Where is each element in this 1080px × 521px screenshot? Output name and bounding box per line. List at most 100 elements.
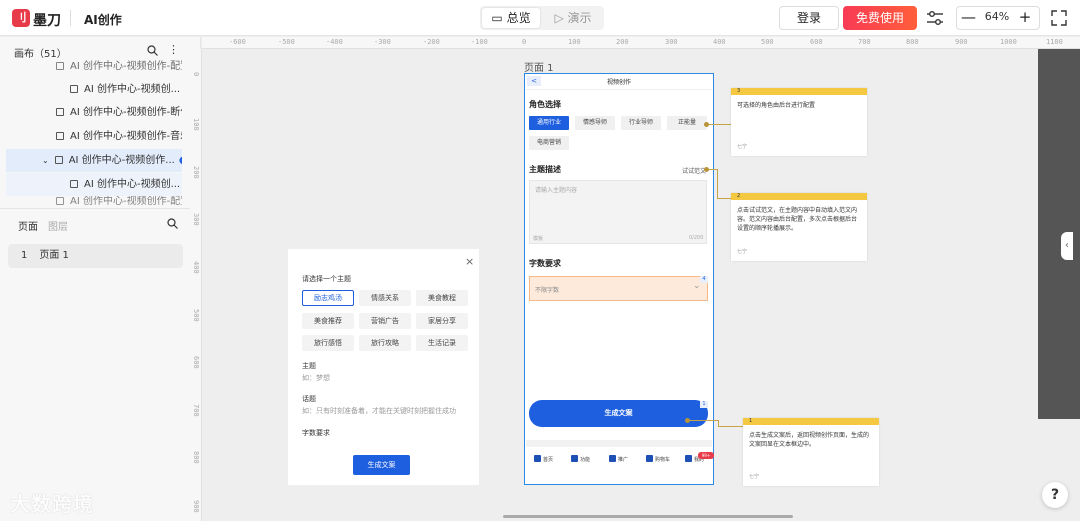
page-icon <box>56 132 64 140</box>
ruler-tick-label: 1100 <box>1046 38 1063 46</box>
word-count-label: 字数要求 <box>302 429 330 437</box>
connector-line <box>688 420 718 421</box>
nav-label: 首页 <box>543 457 554 463</box>
ruler-tick-label: 500 <box>192 309 200 322</box>
topic-heading: 主题描述 <box>529 165 561 174</box>
annotation-number: 1 <box>743 418 879 425</box>
tree-item[interactable]: AI 创作中心-视频创... <box>6 78 182 101</box>
play-icon: ▷ <box>554 11 568 25</box>
role-chip[interactable]: 行业导师 <box>621 116 661 130</box>
annotation-text: 可选择的角色由后台进行配置 <box>737 102 816 109</box>
ruler-tick-label: -100 <box>471 38 488 46</box>
page-name: 页面 1 <box>39 250 69 261</box>
notification-badge: 99+ <box>698 452 714 459</box>
fullscreen-icon[interactable] <box>1050 9 1068 27</box>
app-title: AI创作 <box>84 13 122 27</box>
role-chip[interactable]: 电商营销 <box>529 136 569 150</box>
page-index: 1 <box>21 250 28 261</box>
theme-chip[interactable]: 旅行感悟 <box>302 335 354 351</box>
close-icon[interactable]: × <box>465 255 474 268</box>
page-icon <box>56 62 64 70</box>
watermark: 大数跨境 <box>10 492 94 516</box>
free-use-button[interactable]: 免费使用 <box>843 6 917 30</box>
select-value: 不限字数 <box>535 287 560 294</box>
ruler-tick-label: 100 <box>192 118 200 131</box>
tree-item[interactable]: AI 创作中心-视频创作-配置 <box>6 196 182 208</box>
tree-item[interactable]: AI 创作中心-视频创作-断句 <box>6 101 182 124</box>
nav-promote[interactable]: 推广 <box>609 455 628 463</box>
theme-chip[interactable]: 生活记录 <box>416 335 468 351</box>
subject-label: 话题 <box>302 395 316 403</box>
page-icon <box>56 108 64 116</box>
connector-line <box>717 169 718 199</box>
page-icon <box>54 156 63 164</box>
annotation-text: 点击生成文案后，返回视频创作页面，生成的文案回显在文本框边中。 <box>749 432 870 448</box>
ruler-tick-label: 600 <box>810 38 823 46</box>
generate-button[interactable]: 生成文案 <box>353 455 410 475</box>
annotation-author: 七宁 <box>749 474 760 480</box>
annotation-card[interactable]: 3 可选择的角色由后台进行配置 七宁 <box>731 88 867 156</box>
theme-card-title: 请选择一个主题 <box>302 275 351 283</box>
user-icon <box>685 455 692 462</box>
tree-item-label: AI 创作中心-视频创作-配置 <box>70 196 182 207</box>
tab-layers[interactable]: 图层 <box>48 218 68 233</box>
role-chip[interactable]: 正能量 <box>667 116 707 130</box>
collapse-panel-icon[interactable]: ‹ <box>1061 232 1073 260</box>
nav-features[interactable]: 功能 <box>571 455 590 463</box>
theme-chip[interactable]: 旅行攻略 <box>359 335 411 351</box>
annotation-card[interactable]: 1 点击生成文案后，返回视频创作页面，生成的文案回显在文本框边中。 七宁 <box>743 418 879 486</box>
login-button[interactable]: 登录 <box>779 6 839 30</box>
divider <box>70 10 71 26</box>
subject-hint[interactable]: 如：只有时刻准备着，才能在关键时刻把握住成功 <box>302 406 456 416</box>
nav-label: 推广 <box>618 457 629 463</box>
ruler-tick-label: 400 <box>192 261 200 274</box>
brand-name: 墨刀 <box>33 13 61 29</box>
search-icon[interactable] <box>167 218 178 229</box>
tree-item-label: AI 创作中心-视频创... <box>84 179 181 190</box>
connector-dot <box>704 122 709 127</box>
help-button[interactable]: ? <box>1042 482 1068 508</box>
try-example-link[interactable]: 试试范文 <box>682 166 706 175</box>
cart-icon <box>646 455 653 462</box>
tree-item[interactable]: AI 创作中心-视频创... <box>6 173 182 196</box>
ruler-tick-label: 0 <box>522 38 527 46</box>
tab-pages[interactable]: 页面 <box>18 218 38 233</box>
generate-copy-button[interactable]: 生成文案 <box>529 400 708 427</box>
send-icon <box>609 455 616 462</box>
theme-chip[interactable]: 家居分享 <box>416 313 468 329</box>
ruler-tick-label: 400 <box>713 38 726 46</box>
theme-chip[interactable]: 情感关系 <box>359 290 411 306</box>
tree-item[interactable]: AI 创作中心-视频创作-配置 <box>6 55 182 78</box>
template-label[interactable]: 模板 <box>533 235 543 242</box>
present-tab[interactable]: ▷ 演示 <box>544 8 602 28</box>
overview-tab[interactable]: ▭ 总览 <box>482 8 540 28</box>
zoom-in-button[interactable]: + <box>1018 8 1032 26</box>
present-tab-label: 演示 <box>567 11 592 25</box>
annotation-card[interactable]: 2 点击试试范文，在主题内容中自动填入范文内容。范文内容由后台配置，多次点击根据… <box>731 193 867 261</box>
nav-home[interactable]: 首页 <box>534 455 553 463</box>
settings-sliders-icon[interactable] <box>926 10 944 26</box>
ruler-tick-label: 300 <box>665 38 678 46</box>
theme-chip[interactable]: 美食教程 <box>416 290 468 306</box>
role-chip[interactable]: 通用行业 <box>529 116 569 130</box>
tree-item-selected[interactable]: ⌄ AI 创作中心-视频创作... ● <box>6 149 182 172</box>
annotation-number: 3 <box>731 88 867 95</box>
page-row[interactable]: 1 页面 1 <box>8 244 183 268</box>
topic-label: 主题 <box>302 362 316 370</box>
theme-chip[interactable]: 营销广告 <box>359 313 411 329</box>
role-chip[interactable]: 情感导师 <box>575 116 615 130</box>
topic-hint[interactable]: 如：梦想 <box>302 373 330 383</box>
zoom-level[interactable]: 64% <box>982 10 1012 23</box>
theme-chip[interactable]: 美食推荐 <box>302 313 354 329</box>
wordcount-heading: 字数要求 <box>529 259 561 268</box>
canvas-dark-area <box>1038 49 1080 419</box>
theme-chip[interactable]: 励志鸡汤 <box>302 290 354 306</box>
phone-title: 视频创作 <box>606 79 631 86</box>
horizontal-scrollbar[interactable] <box>503 515 793 518</box>
hotspot-badge: 1 <box>700 401 708 408</box>
zoom-out-button[interactable]: — <box>961 8 976 26</box>
connector-line <box>707 124 731 125</box>
tree-item[interactable]: AI 创作中心-视频创作-音乐 <box>6 125 182 148</box>
tree-item-label: AI 创作中心-视频创作-配置 <box>70 61 182 72</box>
nav-cart[interactable]: 购物车 <box>646 455 670 463</box>
